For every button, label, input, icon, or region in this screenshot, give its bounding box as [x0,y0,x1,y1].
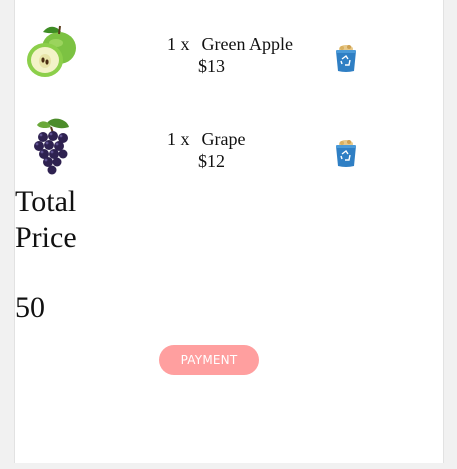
cart-panel: 1 x Green Apple $13 1 x Grape $12 Total … [14,0,444,463]
recycle-bin-icon[interactable] [333,43,359,73]
total-price-label: Total Price [15,185,77,254]
item-price: $13 [198,56,225,76]
cart-item: 1 x Green Apple $13 [15,22,443,92]
recycle-bin-icon[interactable] [333,138,359,168]
total-price-value: 50 [15,291,45,324]
green-apple-image [27,25,76,77]
grape-image [34,118,69,175]
item-name: Grape [201,129,246,149]
item-description: 1 x Grape $12 [167,128,245,172]
item-name: Green Apple [201,34,293,54]
item-price: $12 [198,151,225,171]
item-quantity: 1 x [167,34,190,54]
item-quantity: 1 x [167,129,190,149]
payment-button[interactable]: PAYMENT [159,345,259,375]
item-description: 1 x Green Apple $13 [167,33,293,77]
cart-item: 1 x Grape $12 [15,117,443,187]
